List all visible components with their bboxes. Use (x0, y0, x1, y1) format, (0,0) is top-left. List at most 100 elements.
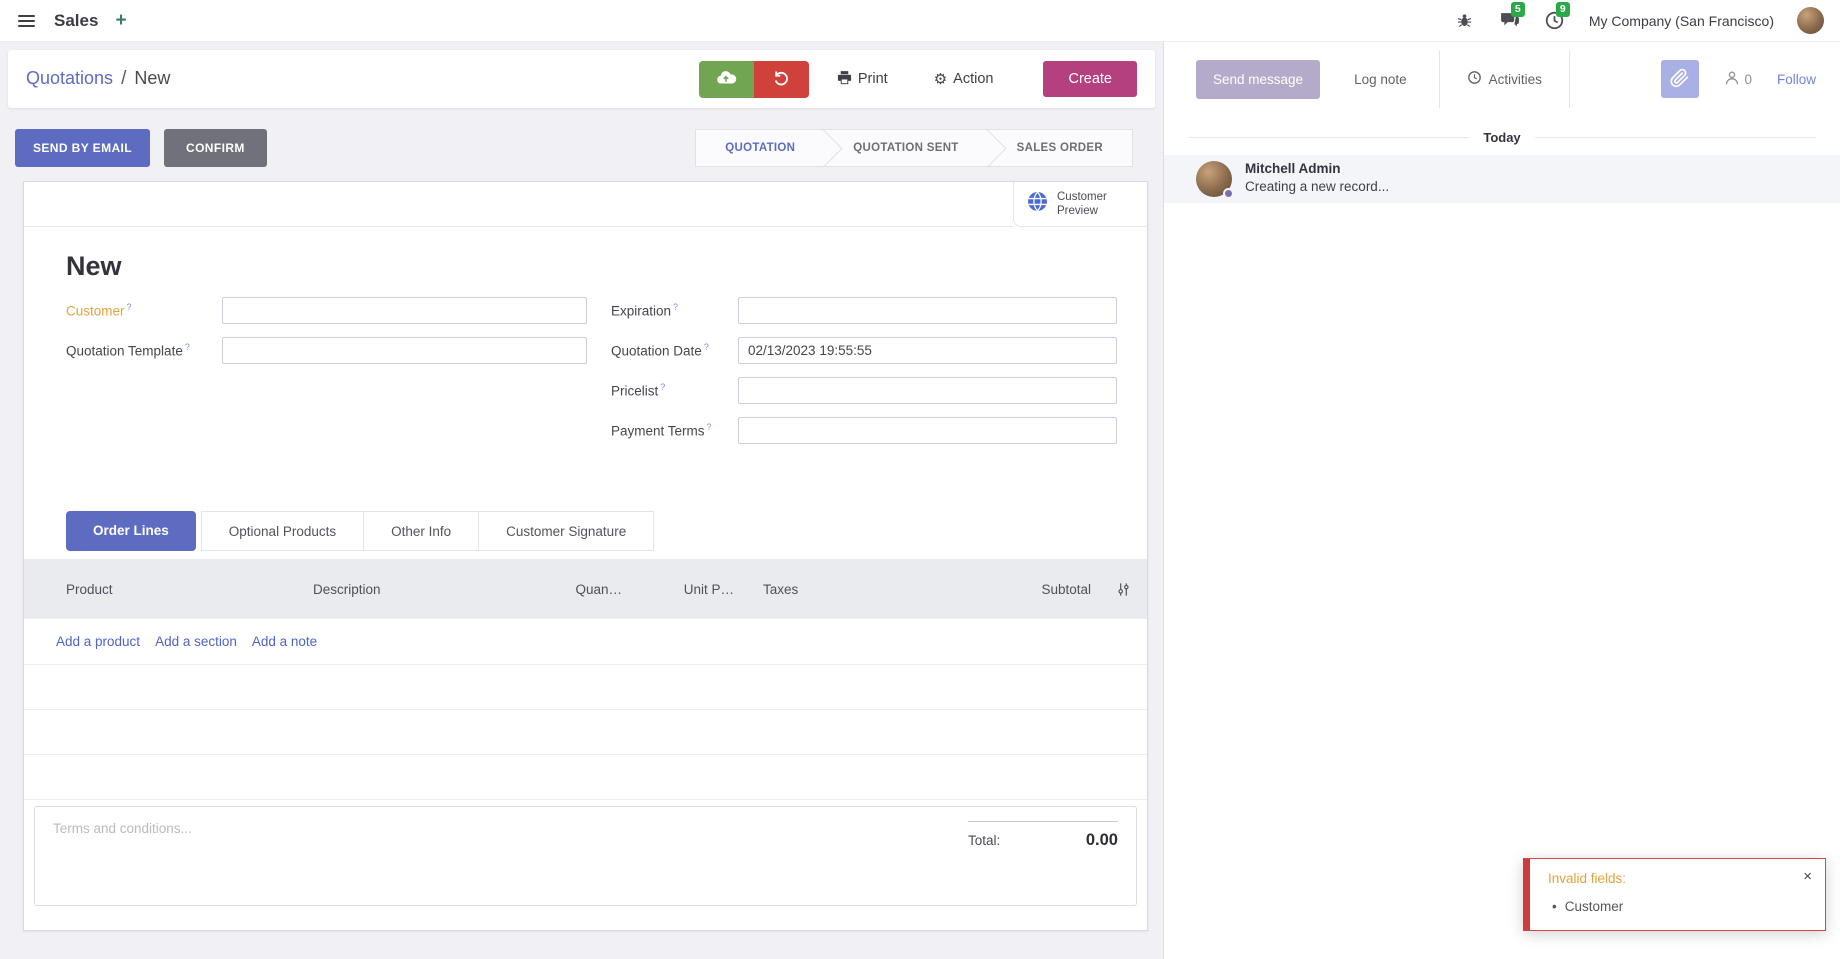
quotation-template-label: Quotation Template? (66, 342, 222, 359)
chatter-panel: Send message Log note Activities 0 Follo… (1163, 42, 1840, 959)
breadcrumb-quotations-link[interactable]: Quotations (26, 68, 113, 89)
tab-other-info[interactable]: Other Info (363, 511, 479, 551)
company-switcher[interactable]: My Company (San Francisco) (1589, 13, 1774, 29)
add-product-link[interactable]: Add a product (56, 634, 140, 649)
log-note-button[interactable]: Log note (1354, 72, 1407, 87)
field-quotation-template: Quotation Template? (66, 336, 611, 364)
save-record-button[interactable] (699, 61, 754, 98)
confirm-button[interactable]: CONFIRM (164, 129, 267, 167)
create-button[interactable]: Create (1043, 61, 1137, 97)
statusbar-step-quotation-sent[interactable]: QUOTATION SENT (824, 130, 987, 166)
tab-order-lines[interactable]: Order Lines (66, 511, 196, 551)
field-payment-terms: Payment Terms? (611, 416, 1117, 444)
chatter-message: Mitchell Admin Creating a new record... (1164, 155, 1840, 203)
column-subtotal: Subtotal (884, 582, 1109, 597)
pricelist-input[interactable] (738, 377, 1117, 404)
quotation-template-input[interactable] (222, 337, 587, 364)
record-title: New (66, 251, 1147, 282)
control-panel: Quotations / New Print (8, 50, 1155, 108)
close-icon[interactable]: × (1803, 868, 1812, 885)
presence-dot (1223, 188, 1234, 199)
message-avatar (1196, 161, 1232, 197)
date-divider-label: Today (1483, 130, 1520, 145)
expiration-input[interactable] (738, 297, 1117, 324)
message-author: Mitchell Admin (1245, 161, 1389, 176)
gear-icon: ⚙ (934, 72, 947, 87)
clock-icon (1467, 70, 1482, 88)
customer-input[interactable] (222, 297, 587, 324)
column-description: Description (313, 582, 544, 597)
follow-button[interactable]: Follow (1777, 72, 1816, 87)
new-tab-button[interactable]: + (115, 10, 126, 32)
apps-menu-icon[interactable] (16, 11, 37, 31)
help-marker: ? (127, 302, 132, 312)
action-label: Action (953, 71, 993, 87)
statusbar-steps: QUOTATION QUOTATION SENT SALES ORDER (695, 129, 1133, 167)
statusbar-step-quotation[interactable]: QUOTATION (696, 130, 824, 166)
message-body: Creating a new record... (1245, 179, 1389, 194)
user-avatar[interactable] (1797, 7, 1824, 34)
discard-changes-button[interactable] (754, 61, 809, 98)
followers-button[interactable]: 0 (1724, 70, 1752, 89)
statusbar-step-sales-order[interactable]: SALES ORDER (988, 130, 1132, 166)
top-navbar: Sales + 5 9 My Company (San Francisco) (0, 0, 1840, 42)
empty-order-line (24, 710, 1147, 755)
empty-order-line (24, 665, 1147, 710)
send-by-email-button[interactable]: SEND BY EMAIL (15, 129, 150, 167)
chatter-toolbar: Send message Log note Activities 0 Follo… (1164, 42, 1840, 116)
toast-accent-bar (1523, 859, 1530, 930)
customer-preview-button[interactable]: Customer Preview (1013, 182, 1147, 227)
invalid-fields-toast: Invalid fields: × • Customer (1523, 858, 1826, 931)
control-panel-actions: Print ⚙ Action Create (699, 61, 1137, 98)
customer-preview-label: Customer Preview (1057, 190, 1107, 219)
tab-customer-signature[interactable]: Customer Signature (478, 511, 654, 551)
activities-label: Activities (1489, 72, 1542, 87)
action-menu[interactable]: ⚙ Action (934, 71, 994, 87)
chatter-toolbar-right: 0 Follow (1661, 60, 1816, 98)
breadcrumb-current: New (134, 68, 170, 89)
messages-icon[interactable]: 5 (1499, 10, 1521, 32)
payment-terms-label: Payment Terms? (611, 422, 738, 439)
total-value: 0.00 (1086, 831, 1118, 850)
cloud-upload-icon (715, 67, 737, 92)
send-message-button[interactable]: Send message (1196, 60, 1320, 99)
quotation-date-input[interactable] (738, 337, 1117, 364)
toast-invalid-field: • Customer (1548, 899, 1811, 914)
add-section-link[interactable]: Add a section (155, 634, 237, 649)
terms-placeholder[interactable]: Terms and conditions... (53, 821, 192, 891)
activity-badge: 9 (1556, 2, 1570, 17)
print-label: Print (858, 71, 888, 87)
date-divider: Today (1188, 130, 1816, 145)
print-menu[interactable]: Print (837, 70, 888, 89)
notebook-tabs: Order Lines Optional Products Other Info… (66, 511, 1147, 551)
total-label: Total: (968, 833, 1000, 848)
column-unit-price: Unit P… (622, 582, 734, 597)
payment-terms-input[interactable] (738, 417, 1117, 444)
tab-optional-products[interactable]: Optional Products (201, 511, 364, 551)
column-product: Product (66, 582, 313, 597)
help-marker: ? (707, 422, 712, 432)
debug-bug-icon[interactable] (1454, 10, 1476, 32)
order-lines-header: Product Description Quan… Unit P… Taxes … (24, 559, 1147, 619)
bullet: • (1552, 899, 1557, 914)
attach-files-button[interactable] (1661, 60, 1699, 98)
activity-clock-icon[interactable]: 9 (1544, 10, 1566, 32)
help-marker: ? (673, 302, 678, 312)
form-column: Quotations / New Print (0, 42, 1163, 959)
main-area: Quotations / New Print (0, 42, 1840, 959)
help-marker: ? (660, 382, 665, 392)
breadcrumb: Quotations / New (26, 68, 170, 90)
save-discard-group (699, 61, 809, 98)
app-name-menu[interactable]: Sales (54, 11, 98, 31)
optional-columns-icon[interactable] (1109, 582, 1131, 597)
customer-label: Customer? (66, 302, 222, 319)
add-note-link[interactable]: Add a note (252, 634, 317, 649)
field-quotation-date: Quotation Date? (611, 336, 1117, 364)
column-taxes: Taxes (734, 582, 884, 597)
field-expiration: Expiration? (611, 296, 1117, 324)
paperclip-icon (1670, 68, 1690, 91)
empty-order-line (24, 755, 1147, 800)
schedule-activity-button[interactable]: Activities (1440, 50, 1570, 108)
undo-icon (771, 68, 791, 91)
toast-content: Invalid fields: × • Customer (1530, 859, 1825, 930)
